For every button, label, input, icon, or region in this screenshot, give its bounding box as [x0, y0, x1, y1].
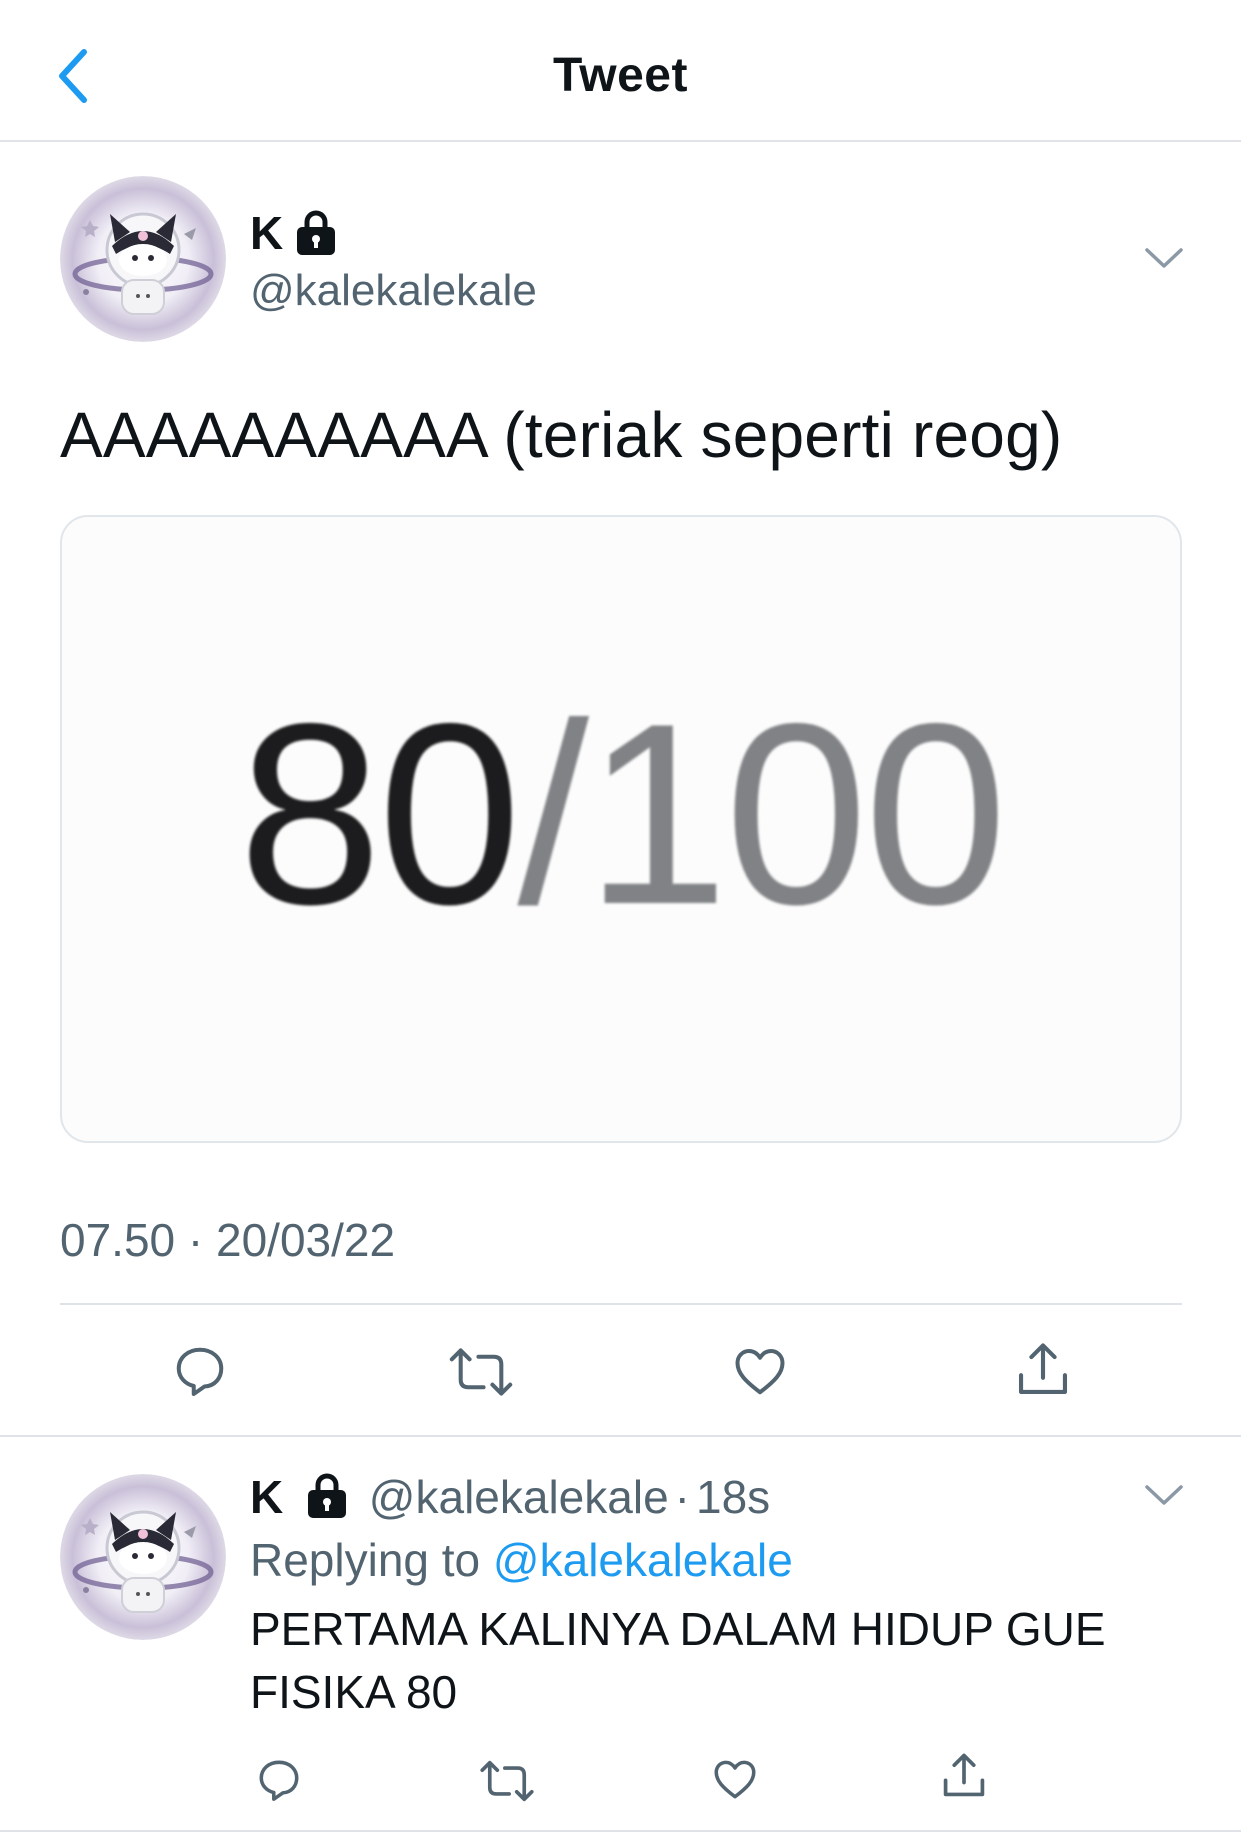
- like-icon[interactable]: [710, 1754, 760, 1804]
- tweet-media-image[interactable]: 80/100: [60, 515, 1182, 1143]
- divider: [0, 1435, 1241, 1437]
- reply-icon[interactable]: [254, 1755, 304, 1805]
- reply-handle[interactable]: @kalekalekale: [369, 1471, 669, 1523]
- meta-separator: ·: [674, 1471, 690, 1523]
- replying-to-line: Replying to @kalekalekale: [250, 1533, 793, 1587]
- top-nav-bar: Tweet: [0, 0, 1241, 142]
- author-name-row: K: [250, 206, 337, 260]
- share-icon[interactable]: [938, 1749, 990, 1803]
- divider: [0, 1830, 1241, 1832]
- reply-time: 18s: [695, 1471, 771, 1523]
- avatar[interactable]: [60, 176, 226, 342]
- reply-icon[interactable]: [170, 1341, 230, 1401]
- lock-icon: [295, 210, 337, 256]
- lock-icon: [306, 1473, 348, 1519]
- replying-to-label: Replying to: [250, 1534, 481, 1586]
- like-icon[interactable]: [730, 1341, 790, 1401]
- replying-to-mention[interactable]: @kalekalekale: [493, 1534, 793, 1586]
- tweet-timestamp: 07.50 · 20/03/22: [60, 1214, 396, 1266]
- media-score-value: 80: [238, 669, 521, 958]
- page-title: Tweet: [553, 49, 688, 102]
- author-display-name[interactable]: K: [250, 206, 283, 260]
- media-score-text: 80/100: [62, 685, 1180, 943]
- reply-avatar[interactable]: [60, 1474, 226, 1640]
- author-handle[interactable]: @kalekalekale: [250, 266, 537, 316]
- retweet-icon[interactable]: [479, 1757, 535, 1805]
- tweet-text: AAAAAAAAAA (teriak seperti reog): [60, 399, 1063, 471]
- chevron-down-icon[interactable]: [1144, 246, 1184, 270]
- chevron-down-icon[interactable]: [1144, 1483, 1184, 1507]
- share-icon[interactable]: [1012, 1338, 1074, 1402]
- reply-display-name[interactable]: K: [250, 1471, 283, 1523]
- media-score-total: /100: [517, 669, 1007, 958]
- reply-text: PERTAMA KALINYA DALAM HIDUP GUE FISIKA 8…: [250, 1603, 1106, 1718]
- retweet-icon[interactable]: [448, 1343, 514, 1401]
- reply-meta-row: K @kalekalekale · 18s: [250, 1470, 770, 1524]
- divider: [60, 1303, 1182, 1305]
